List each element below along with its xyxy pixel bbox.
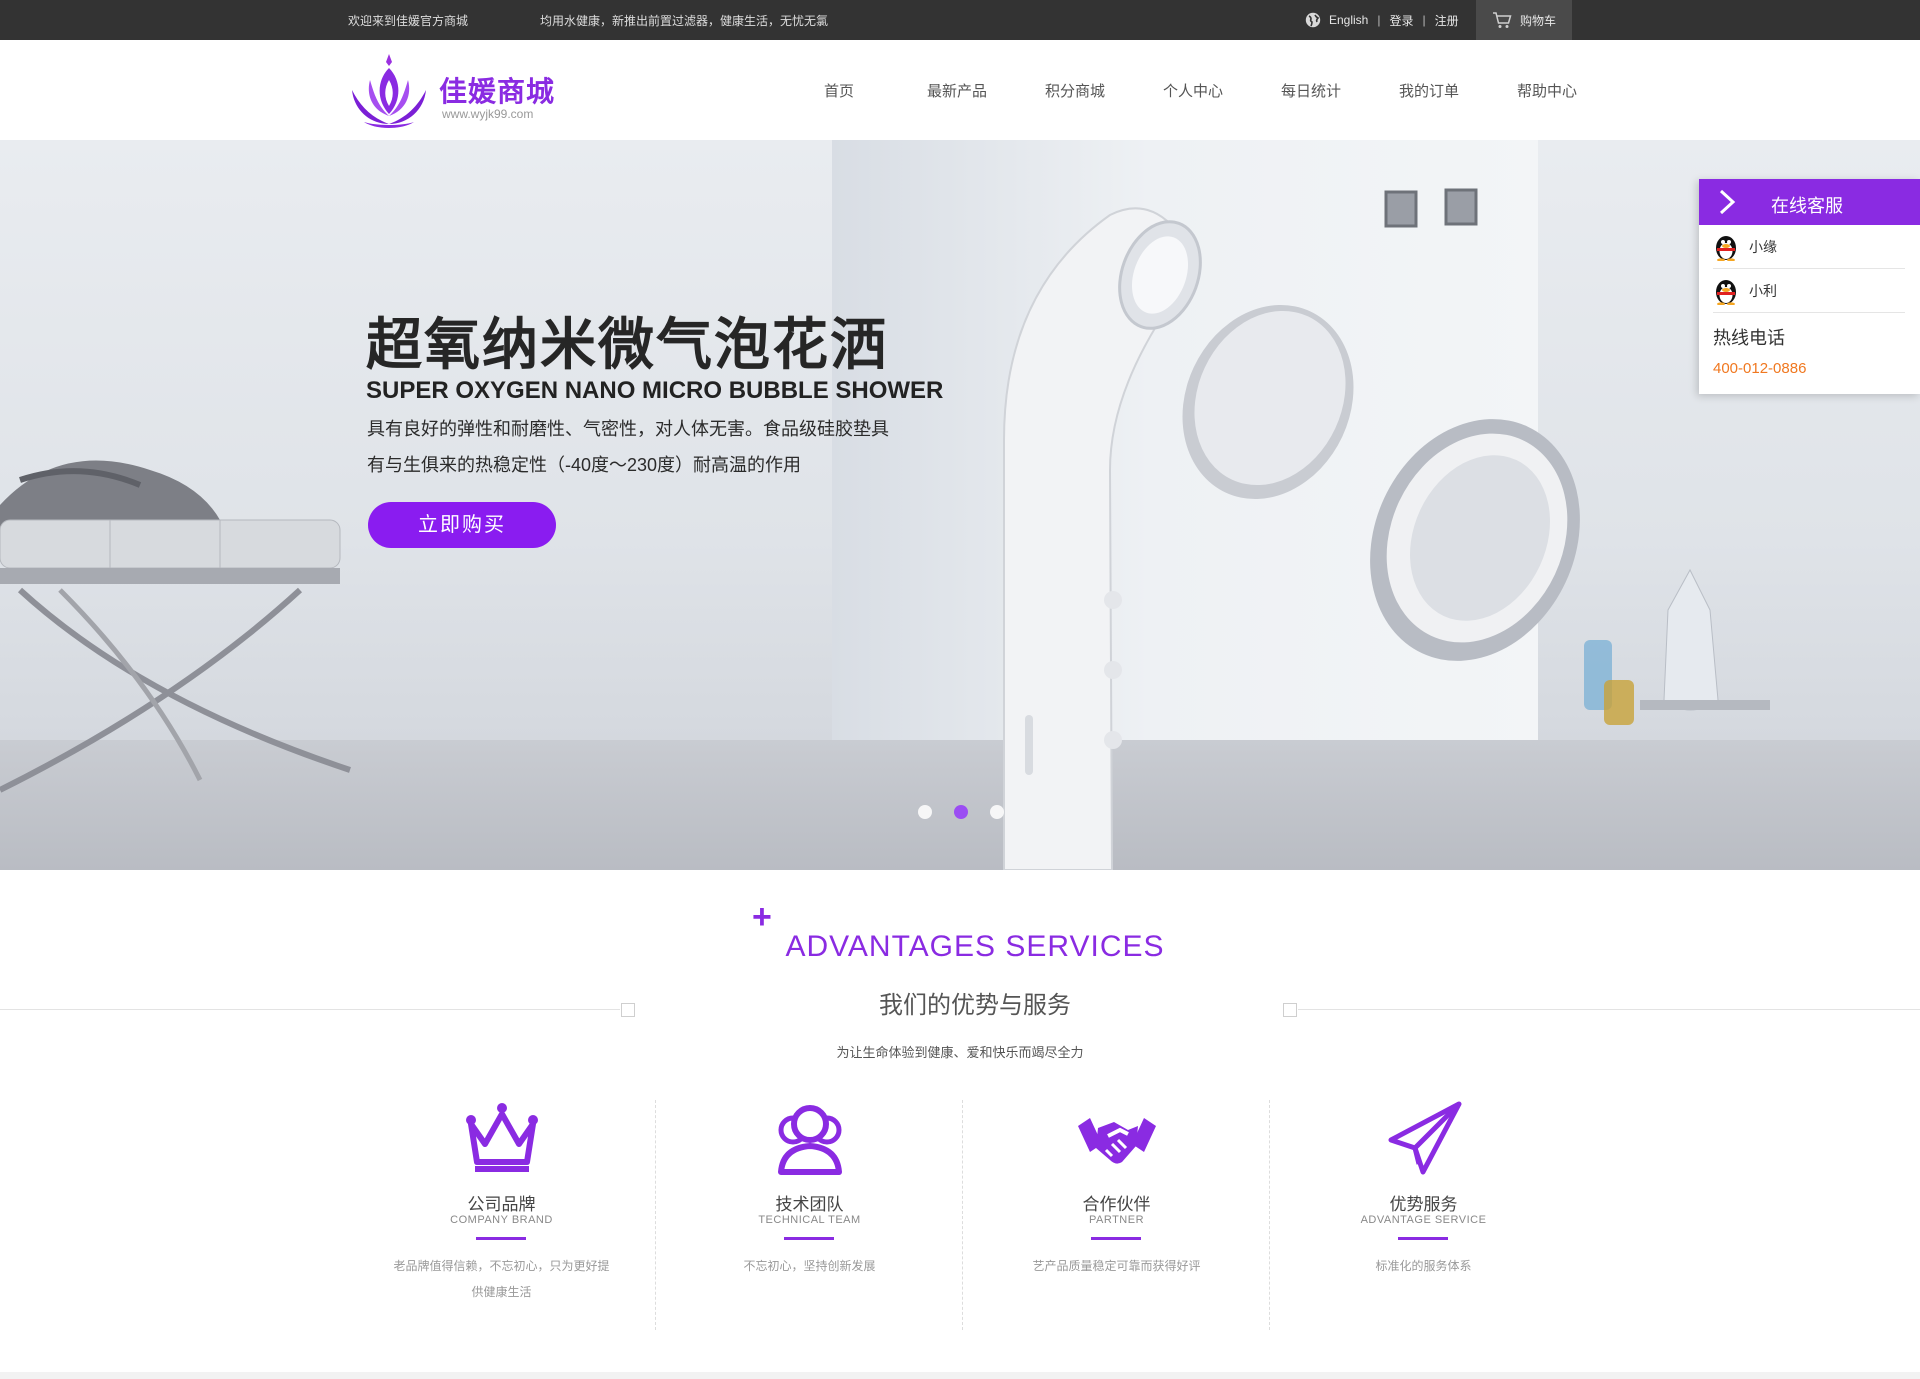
divider-right [1298, 1009, 1920, 1010]
feature-partner[interactable]: 合作伙伴 PARTNER 艺产品质量稳定可靠而获得好评 [962, 1100, 1269, 1330]
crown-icon [466, 1103, 538, 1172]
feature-desc: 标准化的服务体系 [1375, 1259, 1472, 1273]
service-title: 在线客服 [1771, 196, 1843, 216]
cart-button[interactable]: 购物车 [1476, 0, 1572, 40]
slide-dot-active[interactable] [954, 805, 968, 819]
feature-underline [476, 1237, 526, 1240]
globe-icon [1305, 12, 1321, 28]
banner-subtitle: SUPER OXYGEN NANO MICRO BUBBLE SHOWER [366, 377, 944, 404]
shower-head-graphic [1182, 304, 1580, 661]
nav-home[interactable]: 首页 [780, 80, 898, 101]
agent-name: 小利 [1749, 282, 1777, 299]
buy-now-button[interactable]: 立即购买 [368, 502, 556, 548]
feature-advantage-service[interactable]: 优势服务 ADVANTAGE SERVICE 标准化的服务体系 [1269, 1100, 1576, 1330]
advantages-list: 公司品牌 COMPANY BRAND 老品牌值得信赖，不忘初心，只为更好提供健康… [348, 1100, 1576, 1330]
cart-label: 购物车 [1519, 13, 1556, 28]
brand-name: 佳媛商城 [439, 75, 556, 108]
language-switch[interactable]: English [1305, 12, 1368, 28]
feature-name: 合作伙伴 [1082, 1195, 1151, 1214]
qq-penguin-icon [1716, 279, 1736, 305]
feature-underline [1091, 1237, 1141, 1240]
section-subtitle: 为让生命体验到健康、爱和快乐而竭尽全力 [836, 1045, 1084, 1060]
logo[interactable]: 佳媛商城 www.wyjk99.com [346, 50, 566, 130]
banner-title: 超氧纳米微气泡花洒 [366, 313, 888, 378]
bottles-graphic [1584, 568, 1770, 725]
slide-dot[interactable] [918, 805, 932, 819]
header: 佳媛商城 www.wyjk99.com 首页 最新产品 积分商城 个人中心 每日… [0, 40, 1920, 140]
section-title-cn: 我们的优势与服务 [879, 992, 1071, 1019]
lotus-logo-icon [352, 54, 426, 128]
banner-desc-line-1: 具有良好的弹性和耐磨性、气密性，对人体无害。食品级硅胶垫具 [367, 419, 889, 439]
feature-technical-team[interactable]: 技术团队 TECHNICAL TEAM 不忘初心，坚持创新发展 [655, 1100, 962, 1330]
service-header[interactable]: 在线客服 [1699, 179, 1920, 225]
feature-name-en: TECHNICAL TEAM [758, 1214, 861, 1226]
feature-name: 优势服务 [1389, 1195, 1458, 1214]
section-title-en: ADVANTAGES SERVICES [785, 930, 1165, 963]
main-nav: 首页 最新产品 积分商城 个人中心 每日统计 我的订单 帮助中心 [780, 40, 1606, 140]
hero-banner: 超氧纳米微气泡花洒 SUPER OXYGEN NANO MICRO BUBBLE… [0, 140, 1920, 870]
top-links: English | 登录 | 注册 [1305, 0, 1459, 40]
nav-my-orders[interactable]: 我的订单 [1370, 80, 1488, 101]
stool-graphic [0, 460, 351, 793]
divider-right-box [1283, 1003, 1297, 1017]
nav-new-products[interactable]: 最新产品 [898, 80, 1016, 101]
nav-points-mall[interactable]: 积分商城 [1016, 80, 1134, 101]
team-icon [778, 1105, 842, 1175]
welcome-text: 欢迎来到佳媛官方商城 [348, 14, 469, 28]
slide-indicators [918, 805, 1004, 819]
service-agent-2[interactable]: 小利 [1713, 269, 1905, 313]
service-agent-1[interactable]: 小缘 [1713, 225, 1905, 269]
feature-desc: 艺产品质量稳定可靠而获得好评 [1032, 1259, 1201, 1273]
shower-handle-graphic [1003, 207, 1202, 870]
nav-help-center[interactable]: 帮助中心 [1488, 80, 1606, 101]
language-label: English [1329, 13, 1369, 27]
feature-name-en: PARTNER [1088, 1214, 1145, 1226]
feature-desc: 不忘初心，坚持创新发展 [743, 1259, 876, 1273]
online-service-panel: 在线客服 小缘 小利 热线电话 400-012-0886 [1699, 179, 1920, 394]
feature-name: 公司品牌 [467, 1195, 536, 1214]
feature-underline [784, 1237, 834, 1240]
notice-text: 均用水健康，新推出前置过滤器，健康生活，无忧无氯 [540, 14, 829, 28]
top-bar: 欢迎来到佳媛官方商城 均用水健康，新推出前置过滤器，健康生活，无忧无氯 Engl… [0, 0, 1920, 40]
nav-personal-center[interactable]: 个人中心 [1134, 80, 1252, 101]
feature-name-en: ADVANTAGE SERVICE [1360, 1214, 1487, 1226]
feature-name-en: COMPANY BRAND [450, 1214, 553, 1226]
paper-plane-icon [1388, 1101, 1462, 1175]
feature-name: 技术团队 [775, 1195, 844, 1214]
separator: | [1377, 13, 1381, 27]
cart-icon [1492, 12, 1512, 28]
feature-underline [1398, 1237, 1448, 1240]
qq-penguin-icon [1716, 235, 1736, 261]
footer-strip [0, 1372, 1920, 1379]
banner-scene-image [0, 188, 1770, 870]
handshake-icon [1078, 1118, 1156, 1164]
hotline-number[interactable]: 400-012-0886 [1713, 360, 1806, 377]
login-link[interactable]: 登录 [1389, 12, 1413, 29]
chevron-right-icon [1719, 189, 1736, 215]
slide-dot[interactable] [990, 805, 1004, 819]
register-link[interactable]: 注册 [1435, 12, 1459, 29]
separator: | [1422, 13, 1426, 27]
nav-daily-stats[interactable]: 每日统计 [1252, 80, 1370, 101]
brand-url: www.wyjk99.com [442, 107, 534, 121]
hotline-label: 热线电话 [1713, 328, 1785, 348]
banner-desc-line-2: 有与生俱来的热稳定性（-40度～230度）耐高温的作用 [367, 455, 802, 475]
feature-company-brand[interactable]: 公司品牌 COMPANY BRAND 老品牌值得信赖，不忘初心，只为更好提供健康… [348, 1100, 655, 1330]
agent-name: 小缘 [1749, 238, 1777, 255]
feature-desc: 老品牌值得信赖，不忘初心，只为更好提供健康生活 [393, 1259, 610, 1299]
